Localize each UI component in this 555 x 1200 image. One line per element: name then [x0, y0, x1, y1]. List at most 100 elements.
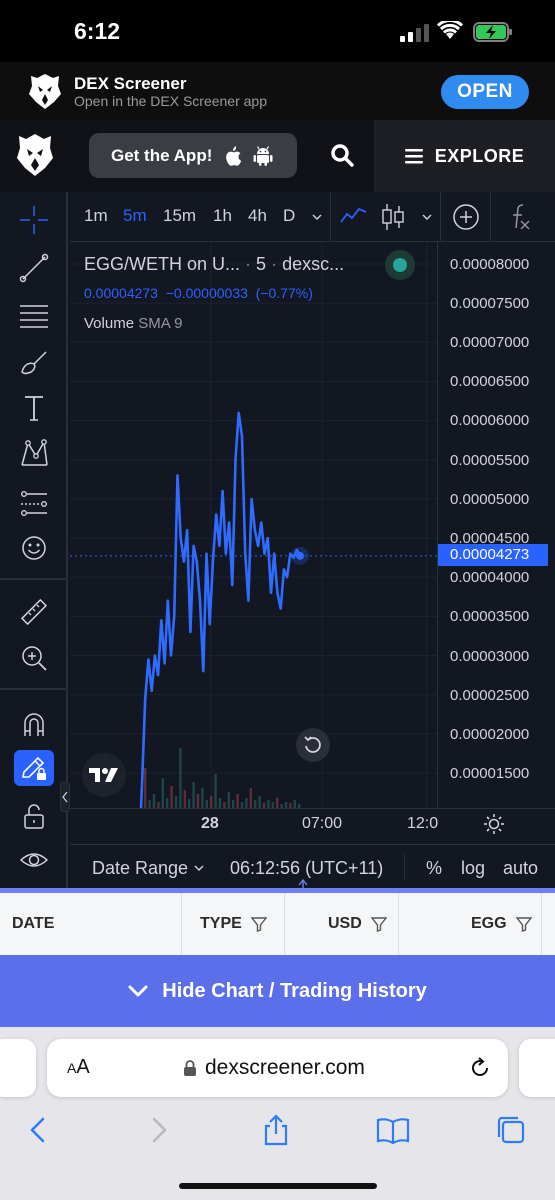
line-chart-type-icon[interactable]: [340, 204, 368, 228]
filter-funnel-icon[interactable]: [370, 915, 388, 933]
log-scale-toggle[interactable]: log: [461, 858, 485, 879]
dex-screener-brand-icon[interactable]: [16, 132, 54, 178]
reader-text-size-button[interactable]: AAAA: [67, 1056, 90, 1079]
column-usd[interactable]: USD: [285, 893, 399, 955]
timeframe-15m[interactable]: 15m: [163, 206, 196, 226]
app-banner-subtitle: Open in the DEX Screener app: [74, 93, 268, 109]
timeframe-d[interactable]: D: [283, 206, 295, 226]
price-series: [139, 411, 309, 808]
time-axis-label: 12:0: [407, 815, 439, 832]
fib-retracement-icon: [20, 305, 48, 328]
fib-retracement-tool[interactable]: [14, 298, 54, 334]
brush-tool[interactable]: [14, 344, 54, 380]
measure-tool[interactable]: [14, 594, 54, 630]
volume-bar: [205, 800, 208, 808]
unlock-tool[interactable]: [14, 798, 54, 834]
site-header: Get the App! EXPLORE: [0, 120, 555, 192]
address-bar[interactable]: AAAA dexscreener.com: [47, 1039, 508, 1097]
column-type-label: TYPE: [200, 915, 242, 932]
forward-icon[interactable]: [141, 1113, 175, 1147]
volume-bar: [245, 798, 248, 808]
timeframe-4h[interactable]: 4h: [248, 206, 267, 226]
hide-chart-button[interactable]: Hide Chart / Trading History: [0, 955, 555, 1027]
explore-button[interactable]: EXPLORE: [374, 120, 555, 192]
pattern-tool[interactable]: [14, 436, 54, 472]
price-axis-label: 0.00008000: [450, 256, 530, 273]
volume-bar: [218, 798, 222, 808]
volume-label: Volume: [84, 315, 135, 332]
timeframe-1h[interactable]: 1h: [213, 206, 232, 226]
time-axis-label: 07:00: [302, 815, 343, 832]
candles-chart-type-icon[interactable]: [380, 202, 406, 232]
status-bar: 6:12: [0, 0, 555, 62]
market-status-indicator[interactable]: [385, 250, 415, 280]
column-date[interactable]: DATE: [0, 893, 182, 955]
toolbar-divider: [0, 688, 68, 690]
chart-legend-title: EGG/WETH on U... · 5 · dexsc...: [84, 254, 345, 274]
hide-drawings-tool[interactable]: [14, 842, 54, 878]
reset-chart-button[interactable]: [296, 728, 330, 762]
volume-bar: [161, 778, 164, 808]
timeframe-chevron-down-icon[interactable]: [310, 210, 324, 224]
share-icon[interactable]: [259, 1113, 293, 1147]
crosshair-icon: [20, 206, 48, 234]
crosshair-tool[interactable]: [14, 202, 54, 238]
url-display[interactable]: dexscreener.com: [183, 1056, 365, 1080]
next-tab-preview[interactable]: [519, 1039, 555, 1097]
tabs-icon[interactable]: [494, 1113, 528, 1147]
home-indicator: [179, 1183, 377, 1189]
magnet-tool[interactable]: [14, 706, 54, 742]
price-axis-label: 0.00002000: [450, 726, 530, 743]
open-app-button[interactable]: OPEN: [441, 75, 529, 109]
time-axis[interactable]: 28 07:00 12:0: [70, 808, 555, 838]
filter-funnel-icon[interactable]: [515, 915, 533, 933]
tradingview-logo[interactable]: [82, 753, 126, 797]
last-price-marker: [296, 551, 304, 560]
lock-drawings-tool[interactable]: [14, 750, 54, 786]
volume-bar: [276, 798, 279, 808]
tradingview-chart: 1m 5m 15m 1h 4h D EGG/WETH on U... · 5 ·…: [0, 192, 555, 888]
app-banner-title: DEX Screener: [74, 74, 187, 93]
volume-legend[interactable]: Volume SMA 9: [84, 315, 182, 332]
filter-funnel-icon[interactable]: [250, 915, 268, 933]
zoom-in-tool[interactable]: [14, 640, 54, 676]
chevron-down-icon: [194, 865, 204, 871]
price-axis-label: 0.00003000: [450, 648, 530, 665]
column-usd-label: USD: [328, 915, 362, 932]
prediction-tool[interactable]: [14, 484, 54, 520]
get-the-app-button[interactable]: Get the App!: [89, 133, 297, 178]
add-compare-icon[interactable]: [452, 203, 480, 231]
volume-bar: [196, 794, 200, 808]
volume-bar: [201, 788, 204, 808]
auto-scale-toggle[interactable]: auto: [503, 858, 538, 879]
reload-icon[interactable]: [467, 1055, 493, 1081]
timeframe-5m[interactable]: 5m: [123, 206, 147, 226]
icons-tool[interactable]: [14, 530, 54, 566]
search-icon[interactable]: [329, 142, 357, 170]
settings-gear-icon[interactable]: [483, 813, 505, 835]
previous-tab-preview[interactable]: [0, 1039, 36, 1097]
price-series-line: [139, 784, 144, 808]
price-axis-label: 0.00007500: [450, 295, 530, 312]
legend-price-values: 0.00004273 −0.00000033 (−0.77%): [84, 285, 313, 301]
time-axis-label: 28: [201, 815, 219, 832]
back-icon[interactable]: [22, 1113, 56, 1147]
volume-bar: [192, 782, 195, 808]
column-type[interactable]: TYPE: [182, 893, 285, 955]
timezone-clock[interactable]: 06:12:56 (UTC+11): [230, 858, 383, 879]
indicators-fx-icon[interactable]: [504, 202, 532, 232]
percent-scale-toggle[interactable]: %: [426, 858, 442, 879]
price-axis[interactable]: 0.00008000 0.00007500 0.00007000 0.00006…: [437, 242, 555, 808]
toolbar-collapse-handle[interactable]: [60, 782, 70, 812]
dex-screener-logo-icon: [29, 74, 61, 109]
date-range-button[interactable]: Date Range: [92, 858, 205, 879]
chart-top-toolbar: 1m 5m 15m 1h 4h D: [70, 192, 555, 242]
text-tool[interactable]: [14, 390, 54, 426]
prediction-icon: [21, 491, 47, 516]
timeframe-1m[interactable]: 1m: [84, 206, 108, 226]
chart-type-chevron-down-icon[interactable]: [420, 210, 434, 224]
drawing-toolbar: [0, 192, 68, 888]
trend-line-tool[interactable]: [14, 250, 54, 286]
bookmarks-icon[interactable]: [376, 1113, 410, 1147]
column-egg[interactable]: EGG: [399, 893, 542, 955]
